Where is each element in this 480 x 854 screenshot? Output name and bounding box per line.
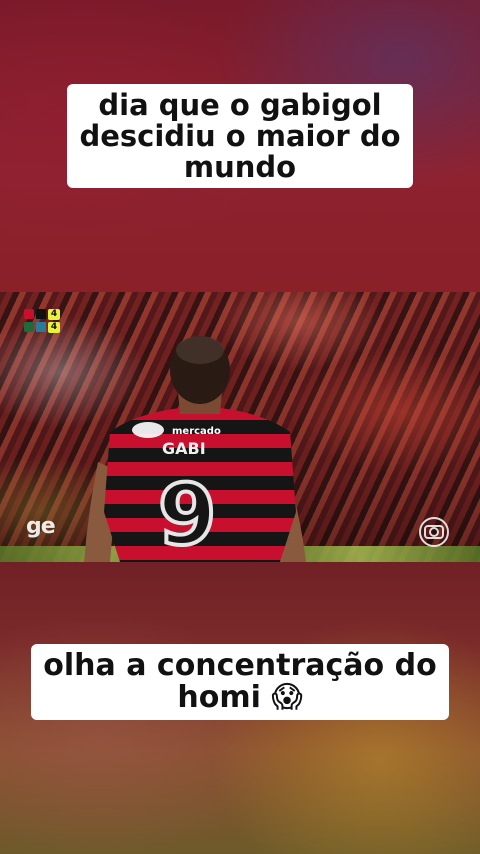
jersey-name: GABI (162, 439, 206, 458)
scoreboard-home-row: 4 (24, 308, 62, 320)
home-crest-icon (24, 309, 34, 319)
screaming-face-emoji-icon: 😱 (271, 680, 303, 715)
top-caption-line-1: dia que o gabigol (98, 88, 382, 122)
bottom-caption: olha a concentração do homi 😱 (0, 644, 480, 720)
bottom-caption-line-1: olha a concentração do (43, 648, 437, 683)
away-team-color (36, 322, 46, 332)
top-caption-box: dia que o gabigol descidiu o maior do mu… (67, 84, 413, 189)
home-score: 4 (48, 308, 60, 320)
scoreboard: 4 4 (24, 308, 62, 334)
bottom-caption-line-2: homi 😱 (43, 680, 436, 716)
away-score: 4 (48, 321, 60, 333)
video-frame[interactable]: 4 4 mercado GABI 9 ge (0, 292, 480, 562)
jersey-sponsor: mercado (172, 426, 221, 437)
ge-logo: ge (26, 514, 56, 539)
top-caption: dia que o gabigol descidiu o maior do mu… (0, 84, 480, 189)
bottom-caption-word: homi (177, 680, 261, 715)
scoreboard-away-row: 4 (24, 321, 62, 333)
player-figure: mercado GABI 9 (84, 336, 306, 562)
globo-icon (419, 517, 449, 547)
top-caption-line-3: mundo (183, 149, 297, 184)
bottom-caption-box: olha a concentração do homi 😱 (31, 644, 449, 720)
top-caption-line-2: descidiu o maior do (79, 118, 401, 153)
jersey-number: 9 (158, 466, 216, 562)
home-team-color (36, 309, 46, 319)
away-crest-icon (24, 322, 34, 332)
